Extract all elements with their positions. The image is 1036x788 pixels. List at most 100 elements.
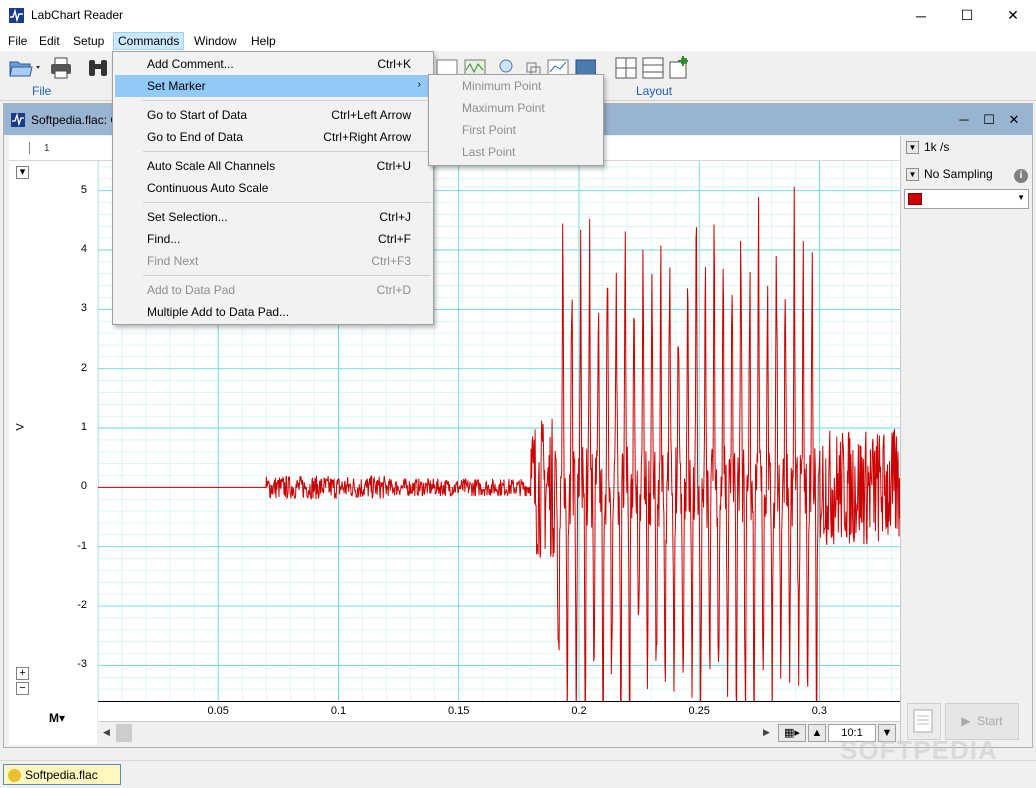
menu-continuous-auto-scale[interactable]: Continuous Auto Scale — [115, 177, 431, 199]
menu-set-selection[interactable]: Set Selection... Ctrl+J — [115, 206, 431, 228]
menu-edit[interactable]: Edit — [34, 32, 65, 50]
ruler-mark: 1 — [44, 143, 50, 154]
menu-multiple-add-to-data-pad[interactable]: Multiple Add to Data Pad... — [115, 301, 431, 323]
menu-item-label: Multiple Add to Data Pad... — [147, 305, 290, 319]
commands-menu: Add Comment... Ctrl+K Set Marker › Go to S… — [112, 51, 434, 325]
sample-rate-selector[interactable]: ▼ 1k /s — [906, 140, 950, 155]
rate-dropdown-icon: ▼ — [906, 141, 919, 155]
close-button[interactable]: ✕ — [990, 0, 1036, 31]
y-tick-label: 3 — [80, 302, 87, 315]
menu-separator — [143, 151, 431, 152]
submenu-arrow-icon: › — [417, 79, 421, 90]
menu-item-label: Find... — [147, 232, 181, 246]
scroll-left-icon[interactable]: ◀ — [98, 722, 115, 743]
start-button-label: Start — [977, 714, 1003, 728]
marker-icon[interactable]: M▾ — [49, 711, 65, 725]
x-tick-label: 0.05 — [207, 705, 229, 717]
y-tick-label: -1 — [77, 539, 87, 552]
menu-help[interactable]: Help — [246, 32, 281, 50]
doc-minimize-button[interactable]: ─ — [952, 104, 976, 135]
open-folder-icon[interactable] — [9, 56, 40, 80]
document-name: Softpedia.flac: C — [31, 113, 120, 127]
menu-item-shortcut: Ctrl+K — [377, 57, 411, 71]
minimize-button[interactable]: ─ — [898, 0, 944, 31]
menu-add-to-data-pad[interactable]: Add to Data Pad Ctrl+D — [115, 279, 431, 301]
menu-item-label: Find Next — [147, 254, 199, 268]
menu-commands[interactable]: Commands — [113, 32, 185, 50]
menu-item-label: Set Selection... — [147, 210, 228, 224]
x-tick-label: 0.2 — [571, 705, 587, 717]
menu-item-label: Set Marker — [147, 79, 206, 93]
menu-setup[interactable]: Setup — [68, 32, 109, 50]
channel-menu-button[interactable]: ▾ — [16, 166, 29, 179]
menu-separator — [143, 202, 431, 203]
y-tick-label: 1 — [80, 421, 87, 433]
zoom-up-button[interactable]: ▲ — [808, 724, 826, 742]
doc-maximize-button[interactable]: ☐ — [977, 104, 1001, 135]
waveform-doc-icon — [11, 112, 25, 127]
print-icon[interactable] — [49, 56, 73, 80]
x-tick-label: 0.15 — [447, 705, 470, 717]
menu-set-marker[interactable]: Set Marker › — [115, 75, 431, 97]
sampling-mode-selector[interactable]: ▼ No Sampling — [906, 167, 993, 182]
scope-view-button[interactable]: ▦▸ — [778, 724, 806, 742]
document-tab[interactable]: Softpedia.flac — [3, 764, 121, 785]
info-icon[interactable]: i — [1014, 169, 1028, 183]
menu-item-shortcut: Ctrl+F — [378, 232, 411, 246]
submenu-minimum-point[interactable]: Minimum Point — [462, 79, 541, 93]
chevron-down-icon: ▼ — [1017, 193, 1025, 202]
y-tick-label: 2 — [80, 361, 87, 374]
menu-go-to-start[interactable]: Go to Start of Data Ctrl+Left Arrow — [115, 104, 431, 126]
submenu-last-point[interactable]: Last Point — [462, 145, 515, 159]
labchart-app-icon — [9, 8, 24, 23]
horizontal-scrollbar[interactable]: ◀ ▶ ▦▸ ▲ 10:1 ▼ — [98, 721, 900, 743]
y-axis-unit: V — [14, 423, 27, 431]
menu-item-shortcut: Ctrl+U — [376, 159, 411, 173]
submenu-maximum-point[interactable]: Maximum Point — [462, 101, 545, 115]
maximize-button[interactable]: ☐ — [944, 0, 990, 31]
y-tick-label: 0 — [80, 480, 87, 493]
channel-color-swatch — [908, 193, 922, 205]
menu-go-to-end[interactable]: Go to End of Data Ctrl+Right Arrow — [115, 126, 431, 148]
menu-file[interactable]: File — [3, 32, 32, 50]
zoom-out-y-button[interactable]: − — [16, 682, 29, 695]
x-tick-label: 0.3 — [811, 705, 828, 717]
menu-item-shortcut: Ctrl+Left Arrow — [331, 108, 411, 122]
menu-item-shortcut: Ctrl+D — [376, 283, 411, 297]
menu-item-shortcut: Ctrl+F3 — [371, 254, 411, 268]
y-tick-label: 4 — [80, 243, 87, 255]
menu-item-label: Go to End of Data — [147, 130, 244, 144]
sample-rate-value: 1k /s — [924, 140, 950, 154]
y-tick-label: -3 — [77, 658, 87, 671]
scroll-thumb[interactable] — [116, 724, 132, 742]
doc-close-button[interactable]: ✕ — [1002, 104, 1026, 135]
submenu-first-point[interactable]: First Point — [462, 123, 516, 137]
menu-find[interactable]: Find... Ctrl+F — [115, 228, 431, 250]
y-tick-label: 5 — [80, 183, 87, 196]
set-marker-submenu: Minimum Point Maximum Point First Point … — [428, 74, 604, 166]
menu-item-label: Add Comment... — [147, 57, 234, 71]
menu-separator — [143, 100, 431, 101]
watermark: SOFTPEDIA — [840, 735, 998, 765]
menu-add-comment[interactable]: Add Comment... Ctrl+K — [115, 53, 431, 75]
menu-item-label: Add to Data Pad — [147, 283, 236, 297]
menu-item-shortcut: Ctrl+Right Arrow — [323, 130, 411, 144]
menu-window[interactable]: Window — [189, 32, 242, 50]
channel-color-select[interactable]: ▼ — [904, 189, 1029, 209]
layout-group-label: Layout — [636, 84, 673, 98]
y-tick-label: -2 — [77, 599, 87, 612]
x-tick-label: 0.25 — [688, 705, 710, 717]
document-tab-label: Softpedia.flac — [25, 768, 98, 782]
menu-auto-scale-all[interactable]: Auto Scale All Channels Ctrl+U — [115, 155, 431, 177]
binoculars-icon[interactable] — [86, 56, 110, 80]
layout-icons[interactable] — [615, 56, 688, 80]
menu-item-label: Continuous Auto Scale — [147, 181, 269, 195]
scroll-right-icon[interactable]: ▶ — [758, 722, 775, 743]
menu-item-label: Auto Scale All Channels — [147, 159, 276, 173]
menu-find-next[interactable]: Find Next Ctrl+F3 — [115, 250, 431, 272]
y-axis: ▾ V 5 4 3 2 1 0 -1 -2 -3 + − — [9, 161, 97, 701]
zoom-in-y-button[interactable]: + — [16, 667, 29, 680]
right-panel: ▼ 1k /s ▼ No Sampling i ▼ ▶ Start — [900, 136, 1032, 745]
sampling-mode-value: No Sampling — [924, 167, 993, 181]
document-tab-icon — [8, 769, 21, 782]
